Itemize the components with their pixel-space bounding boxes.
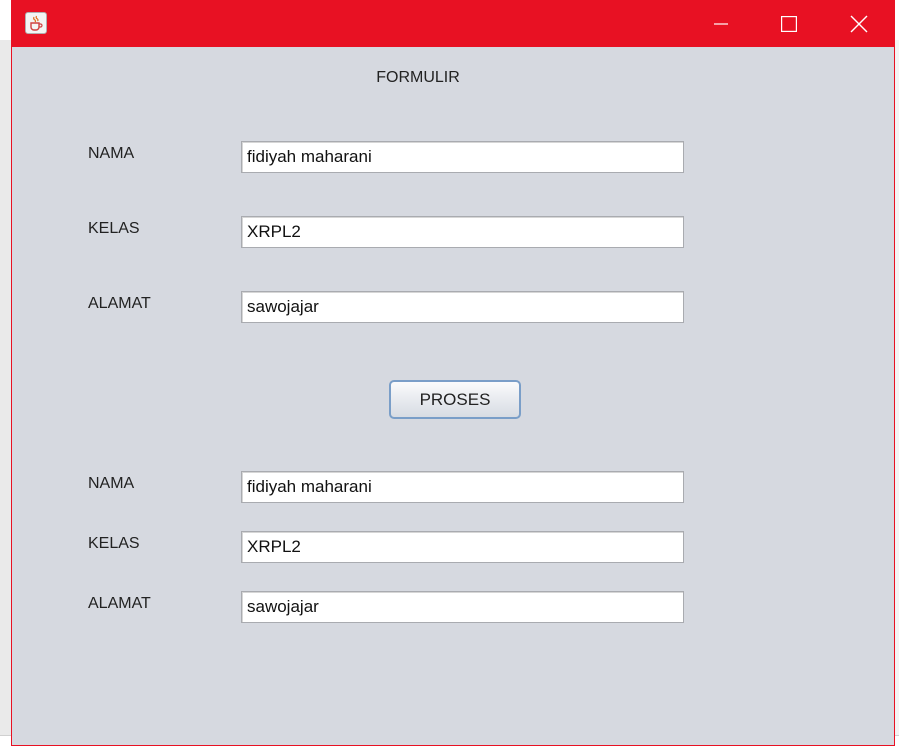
maximize-icon: [781, 16, 797, 32]
alamat-label: ALAMAT: [88, 295, 151, 312]
output-kelas-field[interactable]: [241, 531, 684, 563]
close-button[interactable]: [836, 1, 882, 47]
output-kelas-label: KELAS: [88, 535, 140, 552]
kelas-input[interactable]: [241, 216, 684, 248]
alamat-input[interactable]: [241, 291, 684, 323]
proses-button[interactable]: PROSES: [389, 380, 521, 419]
minimize-icon: [714, 23, 728, 25]
output-nama-label: NAMA: [88, 475, 135, 492]
output-alamat-field[interactable]: [241, 591, 684, 623]
java-cup-icon[interactable]: [25, 12, 47, 34]
output-alamat-label: ALAMAT: [88, 595, 151, 612]
output-nama-field[interactable]: [241, 471, 684, 503]
form-title: FORMULIR: [376, 69, 460, 86]
app-window: FORMULIR NAMA KELAS ALAMAT PROSES NAMA K…: [11, 0, 895, 746]
kelas-label: KELAS: [88, 220, 140, 237]
nama-input[interactable]: [241, 141, 684, 173]
maximize-button[interactable]: [766, 1, 812, 47]
minimize-button[interactable]: [698, 1, 744, 47]
close-icon: [850, 15, 868, 33]
title-bar[interactable]: [12, 1, 894, 47]
nama-label: NAMA: [88, 145, 135, 162]
